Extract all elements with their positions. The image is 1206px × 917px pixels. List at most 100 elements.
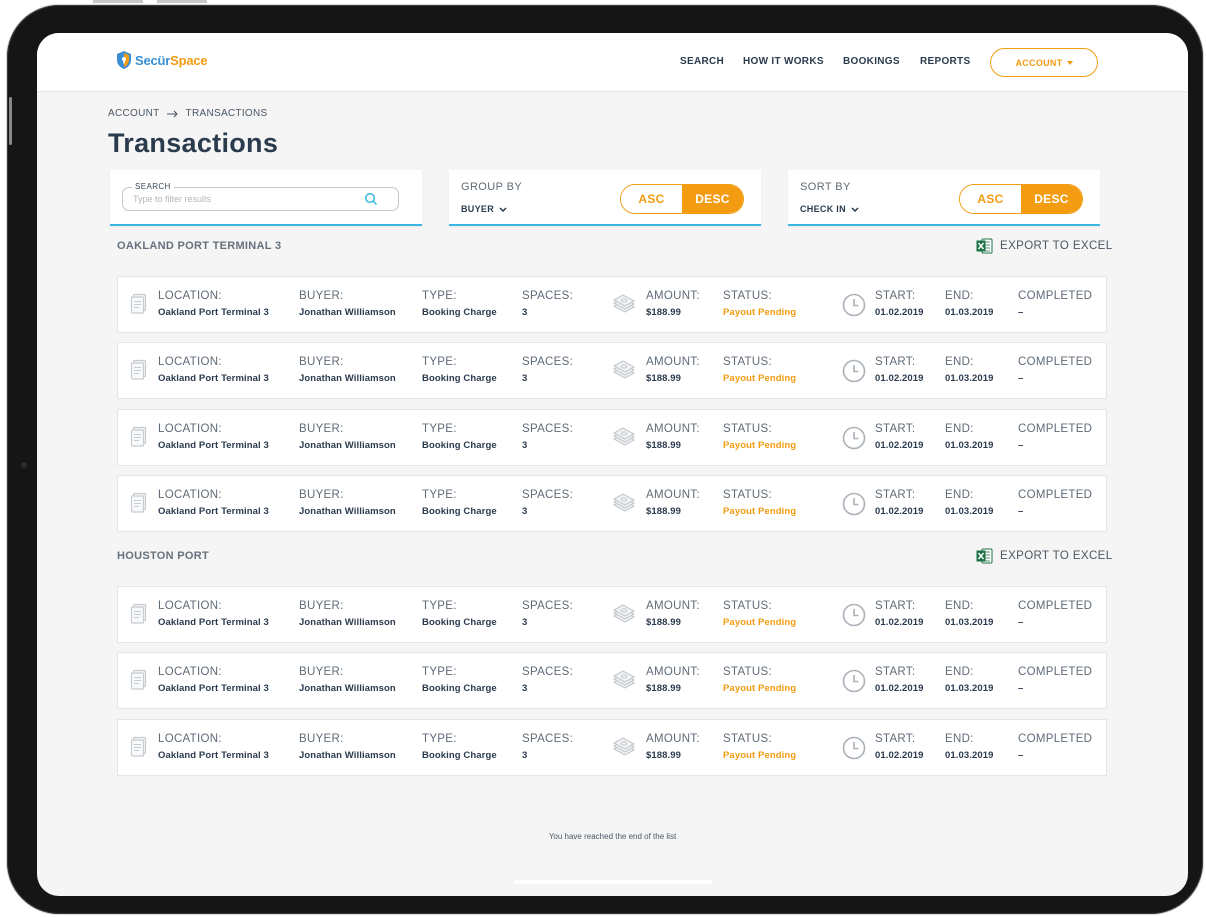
completed-cell: COMPLETED – [1018,356,1092,384]
type-cell: TYPE: Booking Charge [422,489,497,517]
start-label: START: [875,356,916,368]
spaces-label: SPACES: [522,423,574,435]
search-card: SEARCH [110,170,422,226]
spaces-value: 3 [522,440,528,451]
status-cell: STATUS: Payout Pending [723,733,796,761]
transaction-row[interactable]: LOCATION: Oakland Port Terminal 3 BUYER:… [117,719,1107,776]
group-by-label: GROUP BY [461,181,523,193]
export-to-excel-button[interactable]: EXPORT TO EXCEL [976,238,1113,254]
start-cell: START: 01.02.2019 [875,290,924,318]
buyer-value: Jonathan Williamson [299,307,396,318]
transaction-row[interactable]: LOCATION: Oakland Port Terminal 3 BUYER:… [117,342,1107,399]
transaction-row[interactable]: LOCATION: Oakland Port Terminal 3 BUYER:… [117,475,1107,532]
sort-by-asc-button[interactable]: ASC [960,185,1021,213]
transaction-row[interactable]: LOCATION: Oakland Port Terminal 3 BUYER:… [117,276,1107,333]
amount-value: $188.99 [646,750,682,761]
clock-icon [842,293,866,317]
page-title: Transactions [108,128,279,158]
sort-by-order-toggle: ASC DESC [959,184,1083,214]
transaction-row[interactable]: LOCATION: Oakland Port Terminal 3 BUYER:… [117,652,1107,709]
document-icon [130,736,147,757]
spaces-cell: SPACES: 3 [522,423,573,451]
start-label: START: [875,666,916,678]
status-value: Payout Pending [723,307,797,318]
group-by-asc-button[interactable]: ASC [621,185,682,213]
amount-cell: AMOUNT: $188.99 [646,290,700,318]
completed-label: COMPLETED [1018,666,1093,678]
group-by-desc-button[interactable]: DESC [682,185,743,213]
transaction-row[interactable]: LOCATION: Oakland Port Terminal 3 BUYER:… [117,586,1107,643]
group-by-select[interactable]: BUYER [461,204,507,214]
buyer-cell: BUYER: Jonathan Williamson [299,356,396,384]
completed-value: – [1018,683,1024,694]
app-screen: SecürSpace SEARCH HOW IT WORKS BOOKINGS … [37,33,1188,896]
type-value: Booking Charge [422,506,497,517]
search-field[interactable]: SEARCH [122,182,399,211]
end-cell: END: 01.03.2019 [945,356,994,384]
end-cell: END: 01.03.2019 [945,600,994,628]
search-label: SEARCH [132,182,174,191]
buyer-value: Jonathan Williamson [299,750,396,761]
search-icon[interactable] [364,192,378,206]
spaces-cell: SPACES: 3 [522,600,573,628]
clock-icon [842,736,866,760]
nav-search[interactable]: SEARCH [680,56,724,67]
buyer-label: BUYER: [299,600,344,612]
status-value: Payout Pending [723,683,797,694]
top-mark [157,0,207,3]
end-value: 01.03.2019 [945,683,994,694]
nav-how-it-works[interactable]: HOW IT WORKS [743,56,824,67]
completed-value: – [1018,307,1024,318]
completed-cell: COMPLETED – [1018,290,1092,318]
search-input[interactable] [133,194,353,204]
document-icon [130,603,147,624]
sort-by-label: SORT BY [800,181,851,193]
status-value: Payout Pending [723,506,797,517]
start-cell: START: 01.02.2019 [875,733,924,761]
spaces-cell: SPACES: 3 [522,489,573,517]
status-label: STATUS: [723,489,772,501]
buyer-cell: BUYER: Jonathan Williamson [299,290,396,318]
location-cell: LOCATION: Oakland Port Terminal 3 [158,733,269,761]
spaces-value: 3 [522,750,528,761]
spaces-cell: SPACES: 3 [522,356,573,384]
spaces-value: 3 [522,683,528,694]
transaction-row[interactable]: LOCATION: Oakland Port Terminal 3 BUYER:… [117,409,1107,466]
status-label: STATUS: [723,356,772,368]
location-cell: LOCATION: Oakland Port Terminal 3 [158,356,269,384]
type-value: Booking Charge [422,307,497,318]
amount-value: $188.99 [646,373,682,384]
type-cell: TYPE: Booking Charge [422,423,497,451]
type-value: Booking Charge [422,750,497,761]
amount-cell: AMOUNT: $188.99 [646,423,700,451]
start-cell: START: 01.02.2019 [875,600,924,628]
end-label: END: [945,423,974,435]
type-value: Booking Charge [422,373,497,384]
export-to-excel-button[interactable]: EXPORT TO EXCEL [976,548,1113,564]
amount-value: $188.99 [646,307,682,318]
account-button[interactable]: ACCOUNT [990,48,1098,77]
breadcrumb-account[interactable]: ACCOUNT [108,108,160,119]
start-cell: START: 01.02.2019 [875,423,924,451]
status-value: Payout Pending [723,373,797,384]
end-value: 01.03.2019 [945,617,994,628]
location-label: LOCATION: [158,666,222,678]
nav-reports[interactable]: REPORTS [920,56,970,67]
completed-label: COMPLETED [1018,489,1093,501]
start-cell: START: 01.02.2019 [875,666,924,694]
end-value: 01.03.2019 [945,750,994,761]
group-title: OAKLAND PORT TERMINAL 3 [117,240,282,252]
nav-bookings[interactable]: BOOKINGS [843,56,900,67]
status-cell: STATUS: Payout Pending [723,290,796,318]
end-label: END: [945,600,974,612]
status-label: STATUS: [723,423,772,435]
brand-logo[interactable]: SecürSpace [116,50,208,70]
status-cell: STATUS: Payout Pending [723,489,796,517]
sort-by-desc-button[interactable]: DESC [1021,185,1082,213]
buyer-label: BUYER: [299,423,344,435]
status-value: Payout Pending [723,440,797,451]
group-by-order-toggle: ASC DESC [620,184,744,214]
sort-by-select[interactable]: CHECK IN [800,204,859,214]
sort-by-value: CHECK IN [800,204,846,214]
document-icon [130,426,147,447]
